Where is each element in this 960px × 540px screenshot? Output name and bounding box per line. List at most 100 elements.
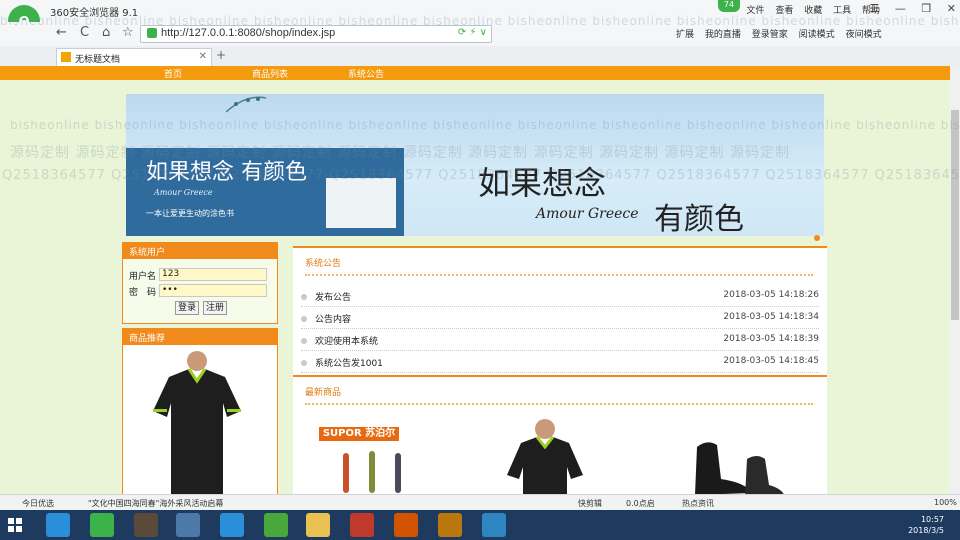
book-icon[interactable] (438, 513, 462, 537)
site-nav: 首页 商品列表 系统公告 (0, 66, 950, 80)
status-speed[interactable]: 0.0点启 (626, 498, 655, 509)
announcement-date: 2018-03-05 14:18:39 (723, 334, 819, 344)
register-button[interactable]: 注册 (203, 301, 227, 315)
nav-announcements[interactable]: 系统公告 (348, 67, 384, 80)
java-icon[interactable] (394, 513, 418, 537)
menu-file[interactable]: 文件 (746, 6, 764, 16)
polo-shirt-product-image[interactable] (149, 351, 245, 494)
star-icon[interactable]: ☆ (122, 25, 134, 40)
ie-icon[interactable] (46, 513, 70, 537)
login-manager-button[interactable]: 登录管家 (752, 30, 788, 40)
status-hot[interactable]: 热点资讯 (682, 498, 714, 509)
address-text[interactable]: http://127.0.0.1:8080/shop/index.jsp (161, 27, 335, 39)
announcement-title[interactable]: 欢迎使用本系统 (315, 334, 378, 347)
recommend-heading: 商品推荐 (129, 334, 166, 344)
tab-untitled[interactable]: 无标题文档 ✕ (56, 48, 212, 67)
password-input[interactable]: ••• (159, 284, 267, 297)
divider (305, 403, 813, 405)
banner-title: 如果想念 (478, 164, 607, 202)
banner-indicator-icon[interactable] (814, 235, 820, 241)
maximize-icon[interactable]: ❐ (921, 2, 931, 15)
announcement-title[interactable]: 系统公告发1001 (315, 356, 383, 369)
toolbar-right: 扩展 我的直播 登录管家 阅读模式 夜间模式 (676, 27, 890, 40)
status-left[interactable]: 今日优选 (22, 498, 54, 509)
nav-products[interactable]: 商品列表 (252, 67, 288, 80)
announcement-panel: 系统公告 发布公告 2018-03-05 14:18:26 公告内容 2018-… (293, 246, 827, 378)
close-icon[interactable]: ✕ (947, 2, 956, 15)
page-icon (61, 52, 71, 62)
extensions-button[interactable]: 扩展 (676, 30, 694, 40)
shoes-product-image[interactable] (687, 439, 787, 494)
system-clock[interactable]: 10:57 2018/3/5 (908, 514, 944, 536)
announcement-heading: 系统公告 (305, 259, 342, 269)
scrollbar-thumb[interactable] (951, 110, 959, 320)
360-browser-icon[interactable] (176, 513, 200, 537)
web-page: 首页 商品列表 系统公告 如果想念 有颜色 Amour Greece 一本让爱更… (0, 66, 950, 494)
taskbar: 10:57 2018/3/5 (0, 510, 960, 540)
home-icon[interactable]: ⌂ (102, 25, 110, 40)
folder-icon[interactable] (306, 513, 330, 537)
polo-shirt-product-image[interactable] (507, 419, 583, 494)
flower-decoration-icon (226, 96, 266, 113)
banner: 如果想念 有颜色 Amour Greece 一本让爱更生动的涂色书 如果想念 A… (126, 94, 824, 236)
username-input[interactable]: 123 (159, 268, 267, 281)
cookware-product-image[interactable] (337, 449, 417, 494)
news-ticker[interactable]: "文化中国四海同春"海外采风活动启幕 (88, 498, 223, 509)
announcement-date: 2018-03-05 14:18:34 (723, 312, 819, 322)
tab-label: 无标题文档 (75, 55, 121, 65)
ie-icon[interactable] (220, 513, 244, 537)
menu-icon[interactable]: ☰ (870, 2, 880, 15)
u-app-icon[interactable] (482, 513, 506, 537)
address-bar[interactable]: http://127.0.0.1:8080/shop/index.jsp ⟳ ⚡… (140, 25, 492, 43)
book-cover: 如果想念 有颜色 Amour Greece 一本让爱更生动的涂色书 (126, 148, 404, 236)
tab-close-icon[interactable]: ✕ (199, 51, 207, 62)
status-clip[interactable]: 快剪辑 (578, 498, 602, 509)
new-products-panel: 最新商品 SUPOR 苏泊尔 (293, 375, 827, 494)
announcement-date: 2018-03-05 14:18:26 (723, 290, 819, 300)
new-tab-button[interactable]: + (216, 48, 226, 62)
list-item[interactable]: 公告内容 2018-03-05 14:18:34 (301, 310, 819, 329)
bullet-icon (301, 338, 307, 344)
bullet-icon (301, 294, 307, 300)
wechat-icon[interactable] (264, 513, 288, 537)
back-icon[interactable]: ← (56, 25, 67, 40)
announcement-title[interactable]: 发布公告 (315, 290, 351, 303)
address-actions[interactable]: ⟳ ⚡ ∨ (458, 27, 487, 38)
menu-tools[interactable]: 工具 (833, 6, 851, 16)
secure-icon (147, 28, 157, 38)
recommend-panel: 商品推荐 (122, 328, 278, 494)
start-icon[interactable] (8, 518, 22, 532)
app-icon[interactable] (134, 513, 158, 537)
banner-title-2: 有颜色 (654, 202, 744, 236)
app-title: 360安全浏览器 9.1 (50, 8, 139, 19)
user-badge[interactable]: 74 (718, 0, 740, 12)
menu-favorites[interactable]: 收藏 (804, 6, 822, 16)
bullet-icon (301, 316, 307, 322)
minimize-icon[interactable]: — (895, 2, 906, 15)
browser-icon[interactable] (90, 513, 114, 537)
menu-view[interactable]: 查看 (775, 6, 793, 16)
list-item[interactable]: 发布公告 2018-03-05 14:18:26 (301, 288, 819, 307)
clock-date: 2018/3/5 (908, 526, 944, 535)
live-button[interactable]: 我的直播 (705, 30, 741, 40)
house-illustration-icon (326, 178, 396, 228)
cover-title: 如果想念 有颜色 (146, 160, 307, 185)
clock-time: 10:57 (920, 515, 944, 524)
night-mode-button[interactable]: 夜间模式 (846, 30, 882, 40)
reader-mode-button[interactable]: 阅读模式 (799, 30, 835, 40)
divider (305, 274, 813, 276)
login-header: 系统用户 (123, 243, 277, 259)
login-button[interactable]: 登录 (175, 301, 199, 315)
login-heading: 系统用户 (129, 248, 166, 258)
cover-subtitle: Amour Greece (154, 188, 213, 197)
cover-tagline: 一本让爱更生动的涂色书 (146, 209, 234, 218)
editor-icon[interactable] (350, 513, 374, 537)
list-item[interactable]: 系统公告发1001 2018-03-05 14:18:45 (301, 354, 819, 373)
announcement-title[interactable]: 公告内容 (315, 312, 351, 325)
zoom-level[interactable]: 100% (934, 498, 957, 507)
status-bar: 今日优选 "文化中国四海同春"海外采风活动启幕 快剪辑 0.0点启 热点资讯 1… (0, 494, 960, 511)
refresh-icon[interactable]: C (80, 25, 89, 40)
list-item[interactable]: 欢迎使用本系统 2018-03-05 14:18:39 (301, 332, 819, 351)
nav-home[interactable]: 首页 (164, 67, 182, 80)
window-controls: ☰ — ❐ ✕ (858, 2, 956, 15)
